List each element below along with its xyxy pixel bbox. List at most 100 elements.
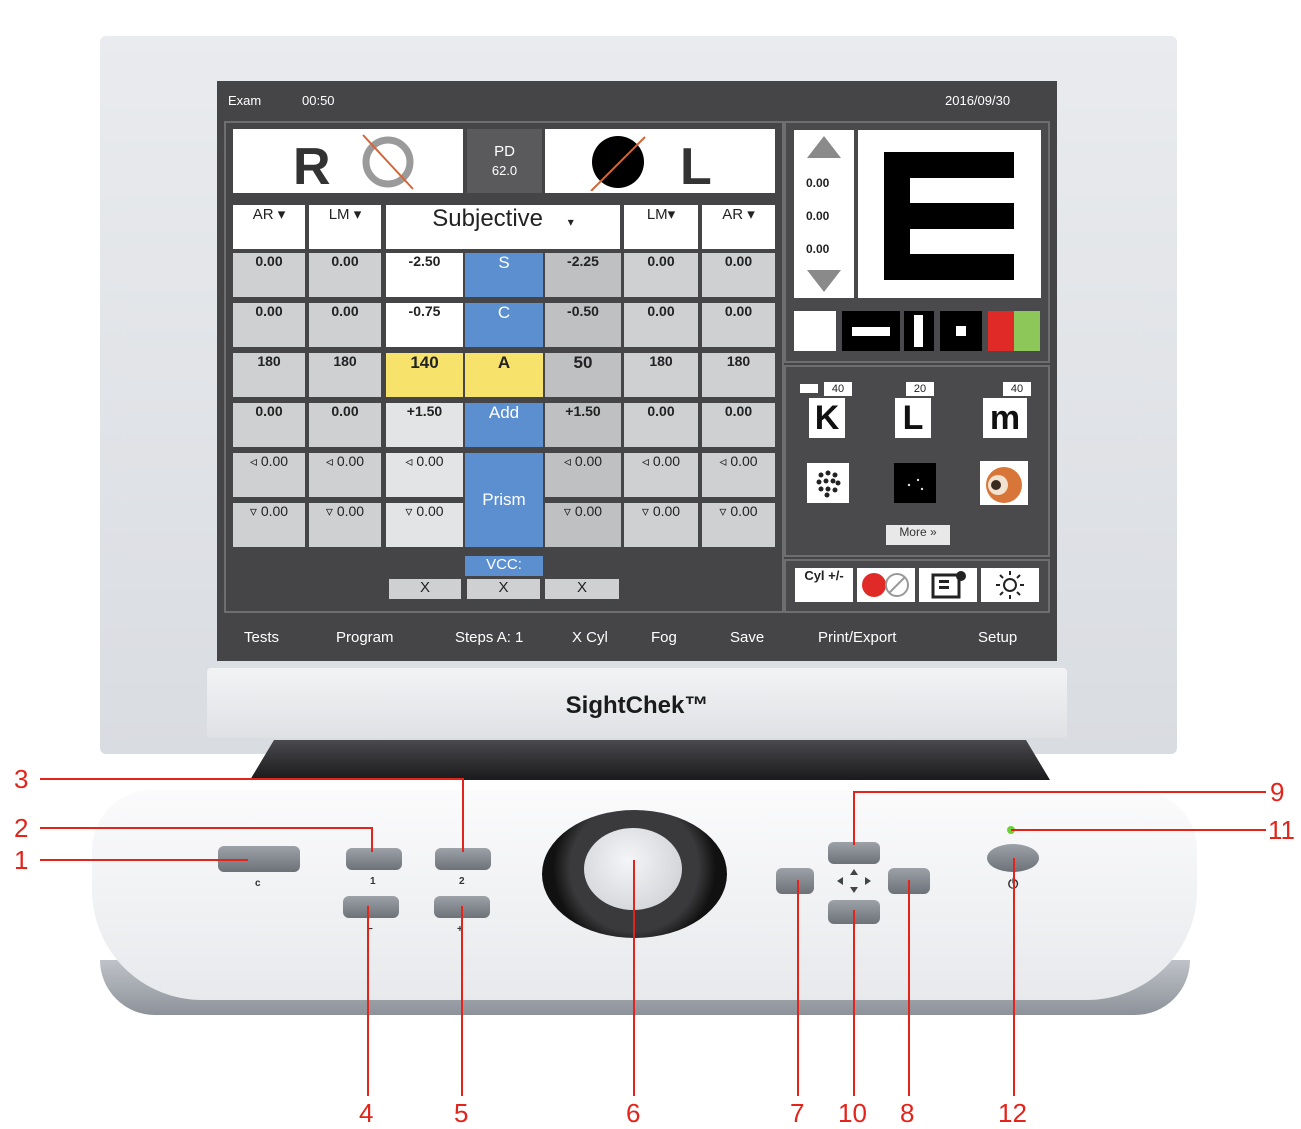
- pd-label: PD: [494, 143, 515, 160]
- menu-fog[interactable]: Fog: [651, 629, 677, 646]
- callout-line-5: [461, 906, 463, 1096]
- menu-save[interactable]: Save: [730, 629, 764, 646]
- prism-v-left-value[interactable]: ▿ 0.00: [545, 503, 621, 547]
- memory-1-key[interactable]: [346, 848, 402, 870]
- red-filter-button[interactable]: [988, 311, 1014, 351]
- menu-program[interactable]: Program: [336, 629, 394, 646]
- c-left-value[interactable]: -0.50: [545, 303, 621, 347]
- chart-size-control: 0.00 0.00 0.00: [794, 130, 854, 298]
- blank-filter-button[interactable]: [794, 311, 836, 351]
- prism-h-ar-right: ◃ 0.00: [233, 453, 305, 497]
- s-left-value[interactable]: -2.25: [545, 253, 621, 297]
- add-right-value[interactable]: +1.50: [386, 403, 463, 447]
- add-lm-right: 0.00: [309, 403, 381, 447]
- eye-model-button[interactable]: [980, 461, 1028, 505]
- callout-7: 7: [790, 1098, 805, 1128]
- s-right-value[interactable]: -2.50: [386, 253, 463, 297]
- ishihara-dots-button[interactable]: [807, 463, 849, 503]
- menu-steps[interactable]: Steps A: 1: [455, 629, 523, 646]
- red-green-icon: [862, 573, 909, 597]
- menu-tests[interactable]: Tests: [244, 629, 279, 646]
- a-ar-left: 180: [702, 353, 775, 397]
- vcc-x-right[interactable]: X: [389, 579, 461, 599]
- dpad-arrows-icon: [837, 869, 871, 893]
- a-left-value[interactable]: 50: [545, 353, 621, 397]
- k-test-button[interactable]: K: [809, 398, 845, 438]
- add-ar-right: 0.00: [233, 403, 305, 447]
- menu-setup[interactable]: Setup: [978, 629, 1017, 646]
- down-arrow-icon[interactable]: [807, 270, 841, 292]
- add-ar-left: 0.00: [702, 403, 775, 447]
- c-lm-left: 0.00: [624, 303, 698, 347]
- prism-v-ar-right: ▿ 0.00: [233, 503, 305, 547]
- add-left-value[interactable]: +1.50: [545, 403, 621, 447]
- minus-key[interactable]: [343, 896, 399, 918]
- prism-h-lm-left: ◃ 0.00: [624, 453, 698, 497]
- cyl-sign-button[interactable]: Cyl +/-: [795, 568, 853, 602]
- up-arrow-icon[interactable]: [807, 136, 841, 158]
- star-field-button[interactable]: [894, 463, 936, 503]
- exam-mode-label: Exam: [228, 93, 262, 108]
- callout-line-6: [633, 860, 635, 1096]
- add-button[interactable]: Add: [465, 403, 543, 447]
- horizontal-bar-filter-button[interactable]: [842, 311, 900, 351]
- memory-1-label: 1: [370, 876, 376, 887]
- vcc-x-left[interactable]: X: [545, 579, 619, 599]
- right-eye-letter: R: [293, 138, 331, 196]
- a-lm-left: 180: [624, 353, 698, 397]
- axis-button[interactable]: A: [465, 353, 543, 397]
- chart-filter-row: [794, 311, 1040, 351]
- prism-v-lm-left: ▿ 0.00: [624, 503, 698, 547]
- add-lm-left: 0.00: [624, 403, 698, 447]
- callout-6: 6: [626, 1098, 641, 1128]
- pd-box[interactable]: PD 62.0: [467, 129, 542, 193]
- prism-h-left-value[interactable]: ◃ 0.00: [545, 453, 621, 497]
- m-test-button[interactable]: m: [983, 398, 1027, 438]
- sphere-button[interactable]: S: [465, 253, 543, 297]
- header-subjective[interactable]: Subjective ▾: [386, 205, 620, 249]
- brightness-icon: [996, 571, 1024, 599]
- callout-line-4: [367, 906, 369, 1096]
- callout-line-7: [797, 880, 799, 1096]
- a-right-value[interactable]: 140: [386, 353, 463, 397]
- c-right-value[interactable]: -0.75: [386, 303, 463, 347]
- left-eye-letter: L: [680, 138, 712, 196]
- prism-h-right-value[interactable]: ◃ 0.00: [386, 453, 463, 497]
- info-chart-icon: [931, 571, 966, 599]
- vcc-x-center[interactable]: X: [467, 579, 540, 599]
- header-lm-left[interactable]: LM▾: [624, 205, 698, 249]
- callout-line-3v: [462, 778, 464, 852]
- chart-value-2: 0.00: [806, 209, 830, 223]
- callout-11: 11: [1268, 815, 1295, 845]
- l-test-button[interactable]: L: [895, 398, 931, 438]
- exam-timer: 00:50: [302, 93, 335, 108]
- s-lm-left: 0.00: [624, 253, 698, 297]
- vertical-bar-filter-button[interactable]: [904, 311, 934, 351]
- header-ar-right[interactable]: AR ▾: [233, 205, 305, 249]
- brightness-button[interactable]: [981, 568, 1039, 602]
- header-lm-right[interactable]: LM ▾: [309, 205, 381, 249]
- prism-button[interactable]: Prism: [465, 453, 543, 547]
- callout-line-1: [40, 859, 248, 861]
- cylinder-button[interactable]: C: [465, 303, 543, 347]
- dot-filter-button[interactable]: [940, 311, 982, 351]
- c-ar-left: 0.00: [702, 303, 775, 347]
- up-arrow-key[interactable]: [828, 842, 880, 864]
- callout-10: 10: [838, 1098, 867, 1128]
- letter-e-optotype: [884, 152, 1014, 280]
- chart-info-button[interactable]: [919, 568, 977, 602]
- prism-v-right-value[interactable]: ▿ 0.00: [386, 503, 463, 547]
- callout-2: 2: [14, 813, 29, 843]
- menu-xcyl[interactable]: X Cyl: [572, 629, 608, 646]
- menu-print-export[interactable]: Print/Export: [818, 629, 896, 646]
- eyeball-icon: [980, 461, 1028, 505]
- left-eye-box[interactable]: L: [545, 129, 775, 196]
- left-arrow-key[interactable]: [776, 868, 814, 894]
- s-lm-right: 0.00: [309, 253, 381, 297]
- more-tests-button[interactable]: More »: [886, 525, 950, 545]
- red-green-button[interactable]: [857, 568, 915, 602]
- header-ar-left[interactable]: AR ▾: [702, 205, 775, 249]
- green-filter-button[interactable]: [1014, 311, 1040, 351]
- right-eye-box[interactable]: R: [233, 129, 463, 196]
- callout-line-3h: [40, 778, 464, 780]
